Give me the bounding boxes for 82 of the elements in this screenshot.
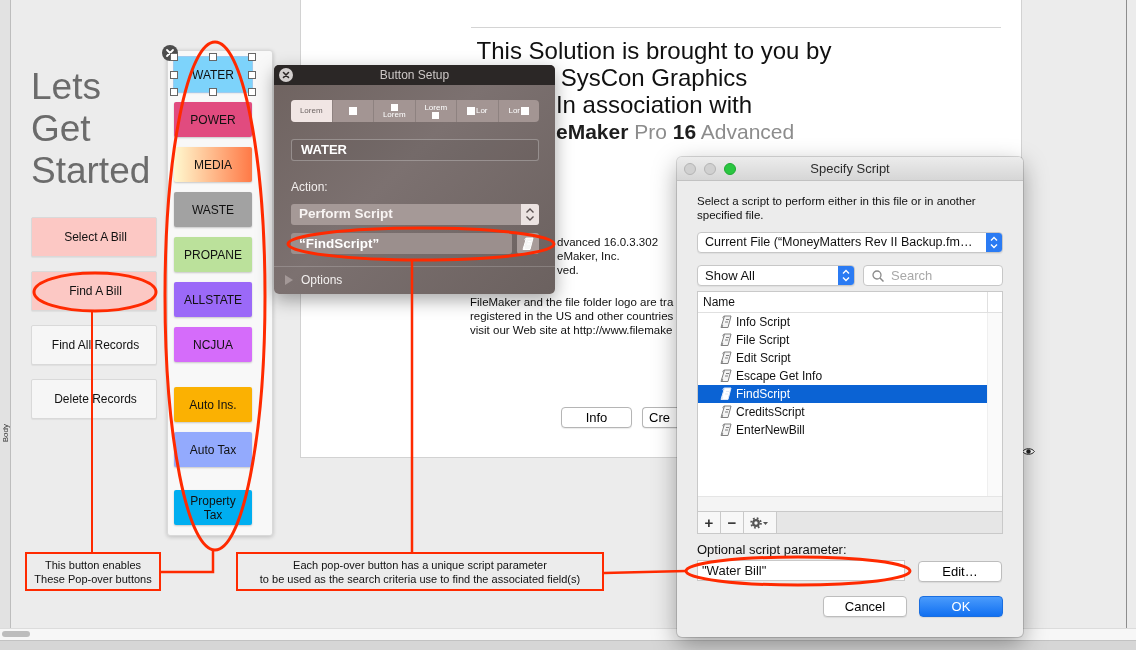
file-select[interactable]: Current File (“MoneyMatters Rev II Backup.fm… xyxy=(697,232,1003,253)
product-logo-text: eMaker Pro 16 Advanced xyxy=(556,119,795,145)
version-text: ved. xyxy=(557,263,579,277)
script-list-item[interactable]: File Script xyxy=(698,331,987,349)
sidebar-button[interactable]: Delete Records xyxy=(31,379,157,419)
selection-handle[interactable] xyxy=(170,88,178,96)
stepper-icon xyxy=(521,204,539,225)
legal-text: visit our Web site at http://www.filemake xyxy=(470,323,673,337)
edit-button[interactable]: Edit… xyxy=(918,561,1002,582)
remove-button[interactable]: − xyxy=(721,512,744,533)
cancel-button[interactable]: Cancel xyxy=(823,596,907,617)
popover-button[interactable]: Property Tax xyxy=(174,490,252,525)
annotation-callout: Each pop-over button has a unique script parameter to be used as the search criteria use to find the associated field(s) xyxy=(236,552,604,591)
ok-button[interactable]: OK xyxy=(919,596,1003,617)
script-list-item[interactable]: FindScript xyxy=(698,385,987,403)
sidebar-button[interactable]: Select A Bill xyxy=(31,217,157,257)
square-icon xyxy=(521,107,530,115)
legal-text: registered in the US and other countries xyxy=(470,309,674,323)
square-icon xyxy=(432,111,440,119)
square-icon xyxy=(466,107,475,115)
instructions-text: Select a script to perform either in this file or in another specified file. xyxy=(697,194,977,222)
script-icon xyxy=(720,423,732,437)
selection-handle[interactable] xyxy=(209,88,217,96)
gear-icon xyxy=(750,516,770,529)
part-label: Body xyxy=(0,424,10,443)
version-text: eMaker, Inc. xyxy=(557,249,620,263)
selection-handle[interactable] xyxy=(209,53,217,61)
popover-button[interactable]: POWER xyxy=(174,102,252,137)
options-toggle[interactable]: Options xyxy=(285,273,343,287)
sidebar-button[interactable]: Find All Records xyxy=(31,325,157,365)
stepper-icon xyxy=(986,233,1002,252)
script-list-item[interactable]: CreditsScript xyxy=(698,403,987,421)
script-list-item[interactable]: Escape Get Info xyxy=(698,367,987,385)
partial-button[interactable]: Cre xyxy=(642,407,678,428)
script-icon xyxy=(720,333,732,347)
search-icon xyxy=(872,270,884,282)
parameter-label: Optional script parameter: xyxy=(697,542,847,557)
popover-button[interactable]: NCJUA xyxy=(174,327,252,362)
filter-select[interactable]: Show All xyxy=(697,265,855,286)
annotation-callout: This button enables These Pop-over buttons xyxy=(25,552,161,591)
script-icon xyxy=(720,387,732,401)
leader-line xyxy=(161,550,215,574)
version-text: dvanced 16.0.3.302 xyxy=(557,235,659,249)
popover-button[interactable]: Auto Ins. xyxy=(174,387,252,422)
script-icon xyxy=(720,369,732,383)
legal-text: FileMaker and the file folder logo are tra xyxy=(470,295,674,309)
credit-line: SysCon Graphics xyxy=(560,64,748,91)
add-button[interactable]: + xyxy=(698,512,721,533)
gear-menu-button[interactable] xyxy=(744,512,777,533)
popover-button[interactable]: WASTE xyxy=(174,192,252,227)
script-icon xyxy=(720,405,732,419)
script-list-item[interactable]: Edit Script xyxy=(698,349,987,367)
script-icon xyxy=(522,236,534,251)
selection-handle[interactable] xyxy=(248,53,256,61)
window-title: Specify Script xyxy=(810,160,890,177)
script-icon xyxy=(720,351,732,365)
scrollbar-thumb[interactable] xyxy=(2,631,30,637)
popover-button[interactable]: ALLSTATE xyxy=(174,282,252,317)
selection-handle[interactable] xyxy=(170,53,178,61)
close-icon[interactable] xyxy=(279,68,293,82)
credit-line: This Solution is brought to you by xyxy=(476,37,832,64)
popover-button[interactable]: Auto Tax xyxy=(174,432,252,467)
script-list-item[interactable]: EnterNewBill xyxy=(698,421,987,439)
info-button[interactable]: Info xyxy=(561,407,632,428)
popover-button[interactable]: PROPANE xyxy=(174,237,252,272)
script-icon xyxy=(720,315,732,329)
label-position-segment[interactable]: Lorem xyxy=(291,100,332,122)
parameter-field[interactable]: "Water Bill" xyxy=(697,560,905,581)
square-icon xyxy=(390,103,398,111)
square-icon xyxy=(348,107,357,115)
action-label: Action: xyxy=(291,180,328,194)
disclosure-triangle-icon xyxy=(285,275,293,285)
window-title: Button Setup xyxy=(379,67,450,83)
search-field[interactable]: Search xyxy=(863,265,1003,286)
credit-line: In association with xyxy=(555,91,753,118)
selection-handle[interactable] xyxy=(248,88,256,96)
stepper-icon xyxy=(838,266,854,285)
popover-button[interactable]: MEDIA xyxy=(174,147,252,182)
button-label-field[interactable]: WATER xyxy=(291,139,539,161)
script-list-item[interactable]: Info Script xyxy=(698,313,987,331)
column-header[interactable]: Name xyxy=(698,292,987,312)
page-heading: Lets Get Started xyxy=(31,66,151,192)
